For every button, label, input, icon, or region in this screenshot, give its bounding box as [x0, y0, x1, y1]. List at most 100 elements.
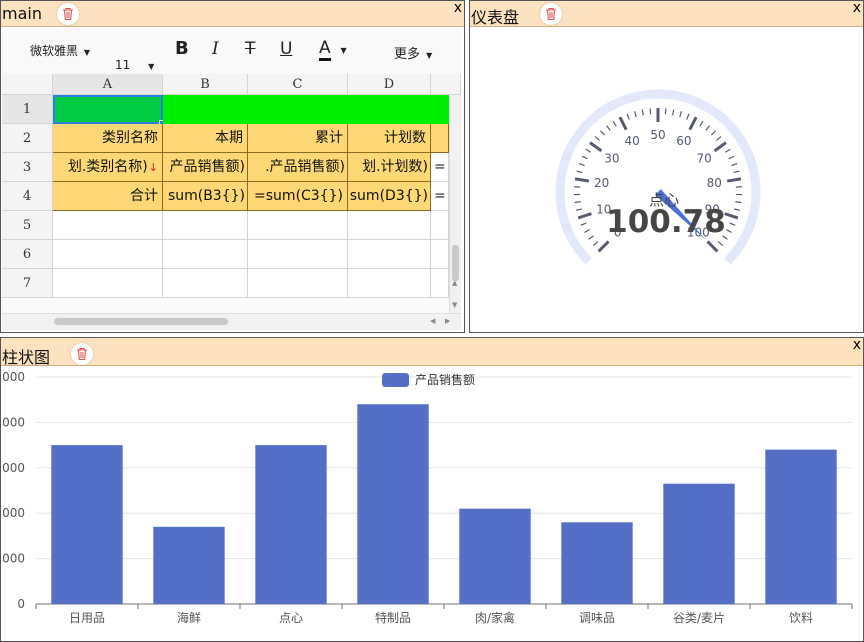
gauge-minor-tick	[724, 148, 731, 153]
x-tick-label: 海鲜	[177, 610, 201, 625]
cell-c3[interactable]: .产品销售额)	[248, 153, 348, 182]
delete-button[interactable]	[540, 3, 562, 25]
cell-b2[interactable]: 本期	[163, 124, 248, 153]
gauge-minor-tick	[592, 241, 599, 247]
cell-d4[interactable]: sum(D3{})	[348, 182, 431, 211]
row-header-1[interactable]: 1	[2, 95, 53, 124]
bar[interactable]	[51, 445, 123, 604]
cell-empty[interactable]	[53, 240, 163, 269]
row-header-3[interactable]: 3	[2, 153, 53, 182]
chevron-down-icon: ▼	[340, 46, 347, 55]
x-tick-label: 谷类/麦片	[673, 611, 725, 625]
cell-a2[interactable]: 类别名称	[53, 124, 163, 153]
row-header-7[interactable]: 7	[2, 269, 53, 298]
cell-empty[interactable]	[348, 240, 431, 269]
gauge-minor-tick	[575, 208, 583, 211]
vertical-scrollbar[interactable]: ▲ ▼	[449, 95, 461, 313]
cell-c4[interactable]: =sum(C3{})	[248, 182, 348, 211]
close-icon[interactable]: x	[454, 0, 462, 16]
cell-empty[interactable]	[431, 269, 449, 298]
italic-button[interactable]: I	[212, 39, 219, 59]
delete-button[interactable]	[57, 3, 79, 25]
bar[interactable]	[357, 404, 429, 604]
gauge-tick-label: 20	[594, 176, 609, 190]
cell-c2[interactable]: 累计	[248, 124, 348, 153]
legend-label[interactable]: 产品销售额	[415, 372, 475, 387]
cell-d2[interactable]: 计划数	[348, 124, 431, 153]
cell-e2[interactable]	[431, 124, 449, 153]
underline-button[interactable]: U	[280, 39, 292, 59]
gauge-major-tick	[597, 240, 610, 253]
cell-e4[interactable]: =	[431, 182, 449, 211]
cell-empty[interactable]	[248, 240, 348, 269]
y-tick-label: 0	[17, 597, 25, 611]
bar[interactable]	[255, 445, 327, 604]
scroll-down-icon[interactable]: ▼	[452, 301, 457, 309]
y-tick-label: 000	[2, 415, 25, 429]
cell-empty[interactable]	[431, 211, 449, 240]
column-header-d[interactable]: D	[348, 74, 431, 95]
cell-empty[interactable]	[53, 269, 163, 298]
row-header-4[interactable]: 4	[2, 182, 53, 211]
row-header-5[interactable]: 5	[2, 211, 53, 240]
bar[interactable]	[663, 483, 735, 604]
cell-empty[interactable]	[53, 211, 163, 240]
cell-empty[interactable]	[431, 240, 449, 269]
cell-a3-text: 划.类别名称)	[67, 159, 148, 175]
column-header-c[interactable]: C	[248, 74, 348, 95]
bold-button[interactable]: B	[175, 38, 189, 59]
cell-empty[interactable]	[163, 240, 248, 269]
size-select[interactable]: 11 ▼	[115, 58, 154, 72]
close-icon[interactable]: x	[853, 337, 861, 353]
gauge-major-tick	[574, 177, 590, 183]
cell-empty[interactable]	[348, 269, 431, 298]
corner-cell[interactable]	[2, 74, 53, 95]
close-icon[interactable]: x	[853, 0, 861, 16]
trash-icon	[63, 7, 73, 21]
cell-b4[interactable]: sum(B3{})	[163, 182, 248, 211]
scroll-left-icon[interactable]: ◀	[430, 317, 435, 325]
cell-e3[interactable]: =	[431, 153, 449, 182]
bar[interactable]	[765, 449, 837, 604]
cell-b1-merged[interactable]	[163, 95, 461, 124]
legend-swatch[interactable]	[382, 373, 409, 387]
cell-empty[interactable]	[348, 211, 431, 240]
column-header-a[interactable]: A	[53, 74, 163, 95]
font-select[interactable]: 微软雅黑 ▼	[30, 42, 90, 59]
gauge-minor-tick	[641, 109, 644, 116]
cell-a4[interactable]: 合计	[53, 182, 163, 211]
scroll-thumb[interactable]	[54, 318, 228, 325]
cell-empty[interactable]	[248, 269, 348, 298]
strikethrough-button[interactable]: T	[245, 39, 255, 59]
bar[interactable]	[459, 508, 531, 604]
scroll-thumb[interactable]	[452, 245, 459, 281]
row-header-6[interactable]: 6	[2, 240, 53, 269]
column-header-e[interactable]	[431, 74, 461, 95]
x-tick-label: 肉/家禽	[475, 610, 515, 625]
cell-a1[interactable]	[53, 95, 163, 124]
gauge-major-tick	[688, 116, 698, 131]
gauge-major-tick	[724, 212, 739, 220]
row-header-2[interactable]: 2	[2, 124, 53, 153]
delete-button[interactable]	[71, 343, 93, 365]
scroll-right-icon[interactable]: ▶	[445, 317, 450, 325]
font-color-button[interactable]: A ▼	[319, 38, 347, 61]
cell-empty[interactable]	[163, 211, 248, 240]
scroll-up-icon[interactable]: ▲	[452, 279, 457, 287]
column-header-b[interactable]: B	[163, 74, 248, 95]
cell-b3[interactable]: 产品销售额)	[163, 153, 248, 182]
bar-panel-title: 柱状图	[2, 348, 51, 367]
bar[interactable]	[561, 522, 633, 604]
cell-empty[interactable]	[248, 211, 348, 240]
gauge-panel-title: 仪表盘	[471, 8, 520, 27]
bar[interactable]	[153, 526, 225, 604]
cell-empty[interactable]	[163, 269, 248, 298]
gauge-major-tick	[726, 177, 742, 183]
gauge-panel-header: 仪表盘 x	[470, 0, 863, 27]
gauge-minor-tick	[717, 241, 724, 247]
more-button[interactable]: 更多 ▼	[394, 43, 432, 62]
spreadsheet[interactable]: 微软雅黑 ▼ 11 ▼ B I T U A ▼ 更多 ▼ A B C D 1 2…	[2, 28, 461, 330]
horizontal-scrollbar[interactable]: ◀ ▶	[2, 313, 461, 330]
cell-a3[interactable]: 划.类别名称)↓	[53, 153, 163, 182]
cell-d3[interactable]: 划.计划数)	[348, 153, 431, 182]
